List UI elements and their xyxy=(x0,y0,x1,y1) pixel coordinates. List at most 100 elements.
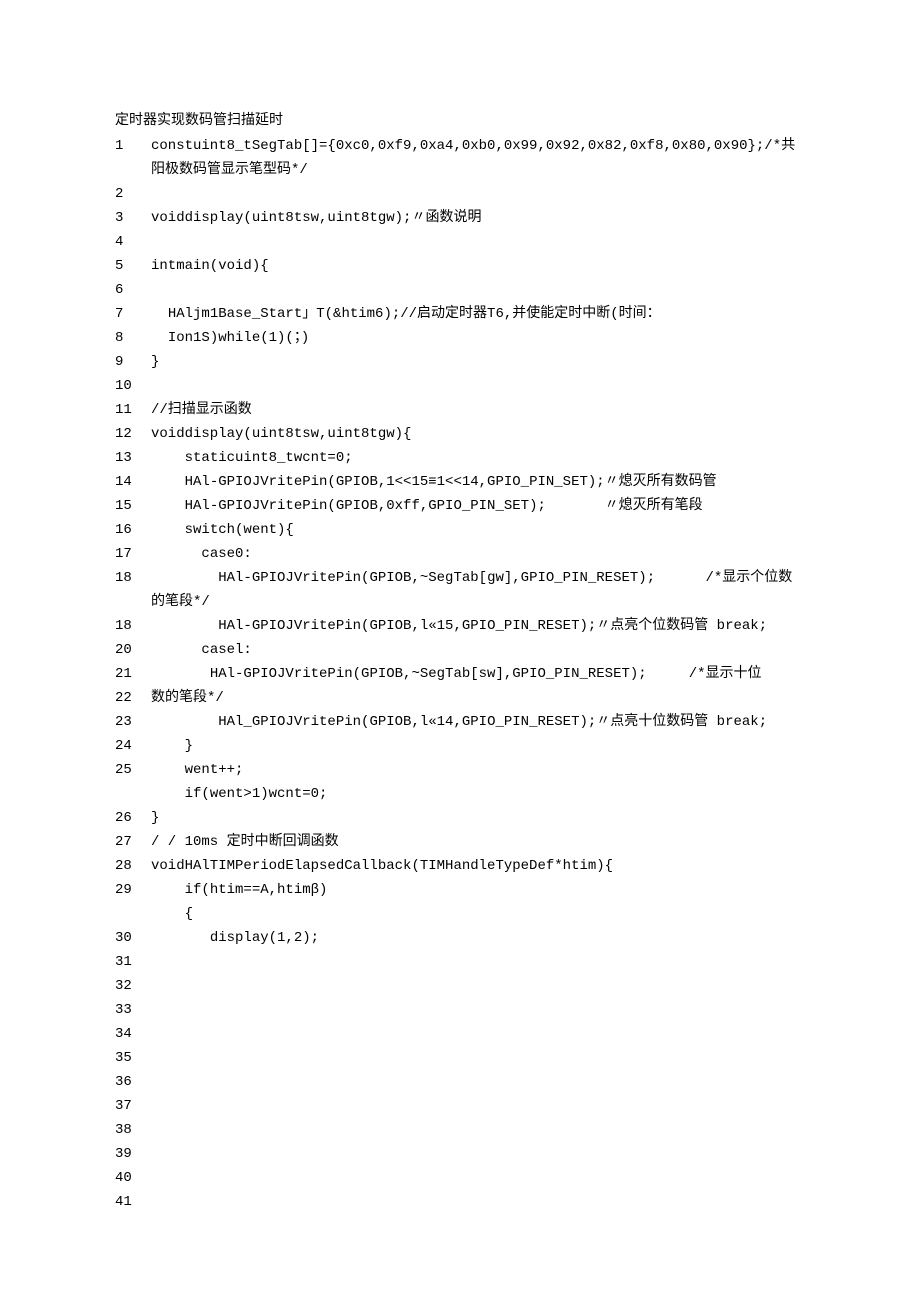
line-number: 6 xyxy=(115,278,151,302)
code-text: voidHAlTIMPeriodElapsedCallback(TIMHandl… xyxy=(151,854,805,878)
line-number: 25 xyxy=(115,758,151,782)
code-text xyxy=(151,374,805,398)
code-text: case0: xyxy=(151,542,805,566)
line-number: 13 xyxy=(115,446,151,470)
code-row: 13 staticuint8_twcnt=0; xyxy=(115,446,805,470)
line-number: 40 xyxy=(115,1166,151,1190)
code-text: voiddisplay(uint8tsw,uint8tgw);〃函数说明 xyxy=(151,206,805,230)
code-row: 2 xyxy=(115,182,805,206)
line-number: 8 xyxy=(115,326,151,350)
code-text: switch(went){ xyxy=(151,518,805,542)
line-number: 22 xyxy=(115,686,151,710)
line-number: 36 xyxy=(115,1070,151,1094)
code-text: went++; xyxy=(151,758,805,782)
line-number: 2 xyxy=(115,182,151,206)
code-text xyxy=(151,1094,805,1118)
line-number: 41 xyxy=(115,1190,151,1214)
line-number: 20 xyxy=(115,638,151,662)
code-row: 28voidHAlTIMPeriodElapsedCallback(TIMHan… xyxy=(115,854,805,878)
code-row: 5intmain(void){ xyxy=(115,254,805,278)
line-number: 18 xyxy=(115,566,151,614)
code-row: 15 HAl-GPIOJVritePin(GPIOB,0xff,GPIO_PIN… xyxy=(115,494,805,518)
line-number: 14 xyxy=(115,470,151,494)
code-row: 16 switch(went){ xyxy=(115,518,805,542)
line-number: 1 xyxy=(115,134,151,182)
code-row: 10 xyxy=(115,374,805,398)
code-row: 32 xyxy=(115,974,805,998)
code-row: 18 HAl-GPIOJVritePin(GPIOB,l«15,GPIO_PIN… xyxy=(115,614,805,638)
code-row: 3voiddisplay(uint8tsw,uint8tgw);〃函数说明 xyxy=(115,206,805,230)
code-row: 20 casel: xyxy=(115,638,805,662)
code-row: 40 xyxy=(115,1166,805,1190)
code-row: 38 xyxy=(115,1118,805,1142)
code-text: staticuint8_twcnt=0; xyxy=(151,446,805,470)
code-row: 1constuint8_tSegTab[]={0xc0,0xf9,0xa4,0x… xyxy=(115,134,805,182)
code-text: HAl-GPIOJVritePin(GPIOB,l«15,GPIO_PIN_RE… xyxy=(151,614,805,638)
line-number: 29 xyxy=(115,878,151,902)
code-row: 24 } xyxy=(115,734,805,758)
code-row: 7 HAljm1Base_Start」T(&htim6);//启动定时器T6,并… xyxy=(115,302,805,326)
code-row: 17 case0: xyxy=(115,542,805,566)
line-number: 23 xyxy=(115,710,151,734)
line-number: 39 xyxy=(115,1142,151,1166)
line-number: 32 xyxy=(115,974,151,998)
code-text: } xyxy=(151,350,805,374)
line-number: 24 xyxy=(115,734,151,758)
code-row: 21 HAl-GPIOJVritePin(GPIOB,~SegTab[sw],G… xyxy=(115,662,805,686)
code-row: 22数的笔段*/ xyxy=(115,686,805,710)
code-row: 9} xyxy=(115,350,805,374)
page-title: 定时器实现数码管扫描延时 xyxy=(115,110,805,132)
line-number: 30 xyxy=(115,926,151,950)
line-number: 35 xyxy=(115,1046,151,1070)
line-number: 21 xyxy=(115,662,151,686)
code-text: HAl-GPIOJVritePin(GPIOB,0xff,GPIO_PIN_SE… xyxy=(151,494,805,518)
code-row: 36 xyxy=(115,1070,805,1094)
line-number: 15 xyxy=(115,494,151,518)
line-number: 27 xyxy=(115,830,151,854)
code-text xyxy=(151,1190,805,1214)
code-text xyxy=(151,974,805,998)
code-text xyxy=(151,1046,805,1070)
line-number: 16 xyxy=(115,518,151,542)
code-row: 12voiddisplay(uint8tsw,uint8tgw){ xyxy=(115,422,805,446)
line-number: 4 xyxy=(115,230,151,254)
code-text: 数的笔段*/ xyxy=(151,686,805,710)
code-row: 27/ / 10ms 定时中断回调函数 xyxy=(115,830,805,854)
code-text xyxy=(151,1070,805,1094)
line-number: 18 xyxy=(115,614,151,638)
code-row: 34 xyxy=(115,1022,805,1046)
code-row: 14 HAl-GPIOJVritePin(GPIOB,1<<15≡1<<14,G… xyxy=(115,470,805,494)
code-row: 8 Ion1S)while(1)(；) xyxy=(115,326,805,350)
line-number: 12 xyxy=(115,422,151,446)
code-text xyxy=(151,1166,805,1190)
line-number: 28 xyxy=(115,854,151,878)
code-row: 33 xyxy=(115,998,805,1022)
line-number: 10 xyxy=(115,374,151,398)
code-row: 25 went++; xyxy=(115,758,805,782)
code-text xyxy=(151,950,805,974)
code-text: HAl-GPIOJVritePin(GPIOB,~SegTab[sw],GPIO… xyxy=(151,662,805,686)
code-text: voiddisplay(uint8tsw,uint8tgw){ xyxy=(151,422,805,446)
line-number: 37 xyxy=(115,1094,151,1118)
code-text xyxy=(151,230,805,254)
line-number: 9 xyxy=(115,350,151,374)
code-row: 26} xyxy=(115,806,805,830)
code-text: { xyxy=(151,902,805,926)
code-row: 31 xyxy=(115,950,805,974)
code-row: 23 HAl_GPIOJVritePin(GPIOB,l«14,GPIO_PIN… xyxy=(115,710,805,734)
line-number xyxy=(115,902,151,926)
code-row: { xyxy=(115,902,805,926)
code-text xyxy=(151,182,805,206)
code-row: 29 if(htim==A,htimβ) xyxy=(115,878,805,902)
code-row: 18 HAl-GPIOJVritePin(GPIOB,~SegTab[gw],G… xyxy=(115,566,805,614)
code-row: 11//扫描显示函数 xyxy=(115,398,805,422)
line-number: 5 xyxy=(115,254,151,278)
line-number: 3 xyxy=(115,206,151,230)
code-text: //扫描显示函数 xyxy=(151,398,805,422)
code-row: 35 xyxy=(115,1046,805,1070)
document-page: 定时器实现数码管扫描延时 1constuint8_tSegTab[]={0xc0… xyxy=(0,0,920,1254)
code-text xyxy=(151,1142,805,1166)
code-text: HAl-GPIOJVritePin(GPIOB,~SegTab[gw],GPIO… xyxy=(151,566,805,614)
line-number: 33 xyxy=(115,998,151,1022)
line-number: 7 xyxy=(115,302,151,326)
